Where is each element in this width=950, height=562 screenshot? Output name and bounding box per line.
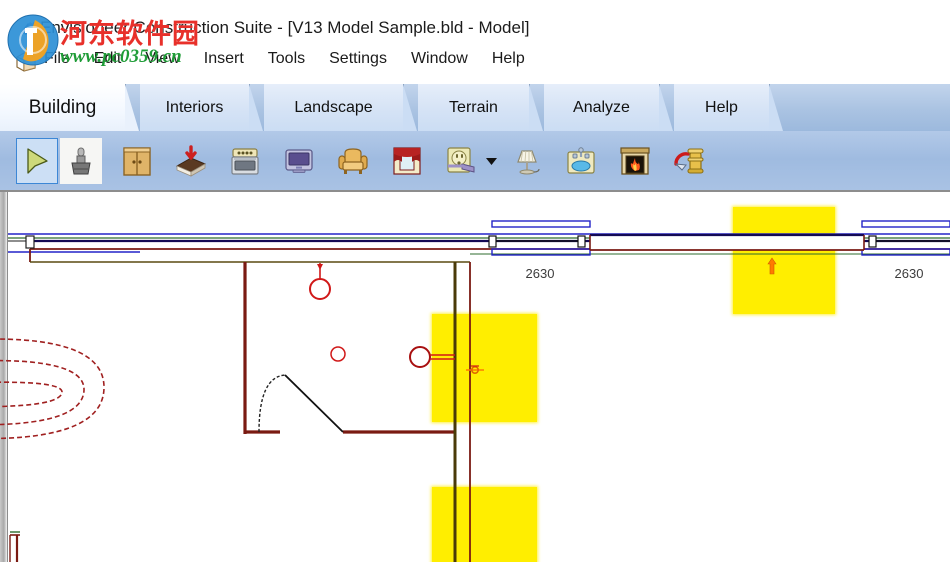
menu-item-tools[interactable]: Tools [268,50,318,68]
electrical-tool[interactable] [440,138,482,184]
cabinet-tool[interactable] [116,138,158,184]
tab-interiors-label: Interiors [165,98,224,116]
envisioneer-app-icon [18,18,40,40]
ribbon-toolbar [0,131,950,190]
paint-tool[interactable] [60,137,102,184]
menu-item-settings[interactable]: Settings [329,50,400,68]
exterior-wall-top-right [470,220,950,256]
tab-help-label: Help [705,98,738,116]
dimension-markers: 2630 2630 [526,266,924,281]
floor-plan-drawing: 2630 2630 [0,220,950,562]
menu-item-help[interactable]: Help [492,50,538,68]
title-bar: Envisioneer Construction Suite - [V13 Mo… [0,0,950,46]
ceiling-light-fixture [309,263,331,300]
dimension-label-right: 2630 [895,266,924,281]
paintbrush-icon [66,145,96,177]
bottom-left-wall-corner [9,531,20,562]
recessed-light-fixture [330,346,346,362]
model-drawing-canvas[interactable]: 2630 2630 [0,190,950,562]
menu-item-file[interactable]: File [44,50,83,68]
fire-hydrant-icon [672,144,706,178]
plumbing-tool[interactable] [560,138,602,184]
tab-landscape[interactable]: Landscape [264,84,417,131]
interior-walls [243,262,471,562]
stove-icon [228,144,262,178]
window-title: Envisioneer Construction Suite - [V13 Mo… [40,18,530,37]
tab-terrain-label: Terrain [449,98,498,116]
model-cube-icon [14,50,38,74]
tab-analyze[interactable]: Analyze [544,84,673,131]
countertop-icon [174,144,208,178]
ribbon-tab-strip: Building Interiors Landscape Terrain Ana… [0,84,950,131]
electrical-outlet-icon [444,144,478,178]
furniture-tool[interactable] [332,138,374,184]
table-lamp-icon [510,144,544,178]
dimension-label-left: 2630 [526,266,555,281]
electrical-tool-dropdown[interactable] [482,138,500,184]
tab-help[interactable]: Help [674,84,783,131]
lighting-tool[interactable] [506,138,548,184]
tab-terrain[interactable]: Terrain [418,84,543,131]
select-tool[interactable] [16,137,58,184]
monitor-icon [282,144,316,178]
door-swing [258,374,344,433]
tab-building[interactable]: Building [0,84,139,131]
menu-item-edit[interactable]: Edit [94,50,135,68]
armchair-icon [336,144,370,178]
cabinet-icon [120,144,154,178]
fireplace-tool[interactable] [614,138,656,184]
fireplace-icon [618,144,652,178]
menu-item-view[interactable]: View [145,50,192,68]
radius-arcs [0,338,105,440]
selection-marker-middle [466,365,484,375]
selection-markers [466,257,777,375]
countertop-tool[interactable] [170,138,212,184]
exterior-wall-top-left [8,233,470,263]
select-arrow-icon [21,145,53,177]
menu-items: File Edit View Insert Tools Settings Win… [44,50,549,68]
tab-analyze-label: Analyze [573,98,630,116]
tab-interiors[interactable]: Interiors [140,84,263,131]
electronics-tool[interactable] [278,138,320,184]
sink-icon [564,144,598,178]
window-treatment-icon [390,144,424,178]
application-window: Envisioneer Construction Suite - [V13 Mo… [0,0,950,562]
tab-building-label: Building [28,96,97,118]
chevron-down-icon [485,152,497,170]
wall-light-fixture [409,346,455,368]
menu-item-window[interactable]: Window [411,50,481,68]
site-utility-tool[interactable] [668,138,710,184]
menu-item-insert[interactable]: Insert [204,50,257,68]
appliance-tool[interactable] [224,138,266,184]
tab-landscape-label: Landscape [294,98,373,116]
window-treatment-tool[interactable] [386,138,428,184]
selection-marker-top [767,257,777,275]
